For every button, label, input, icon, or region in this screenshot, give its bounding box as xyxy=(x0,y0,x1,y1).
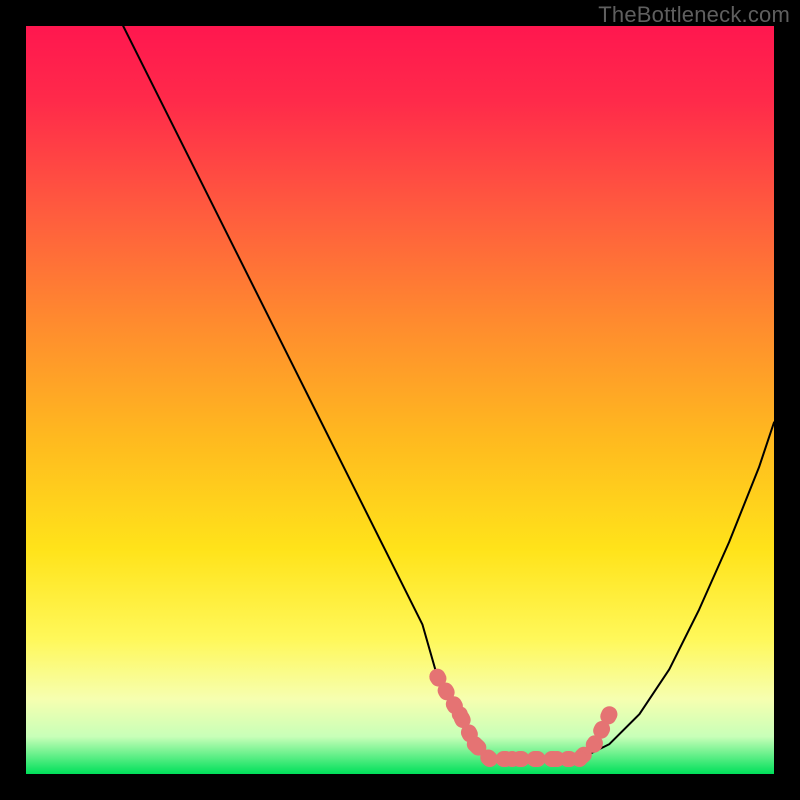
chart-frame: TheBottleneck.com xyxy=(0,0,800,800)
marker-dot xyxy=(587,736,603,752)
bottleneck-plot xyxy=(26,26,774,774)
marker-dot xyxy=(549,751,565,767)
marker-dot xyxy=(452,706,468,722)
marker-dot xyxy=(504,751,520,767)
marker-dot xyxy=(601,706,617,722)
marker-dot xyxy=(527,751,543,767)
marker-dot xyxy=(482,751,498,767)
watermark-text: TheBottleneck.com xyxy=(598,2,790,28)
marker-dot xyxy=(467,736,483,752)
marker-dot xyxy=(429,669,445,685)
marker-dot xyxy=(572,751,588,767)
gradient-background xyxy=(26,26,774,774)
